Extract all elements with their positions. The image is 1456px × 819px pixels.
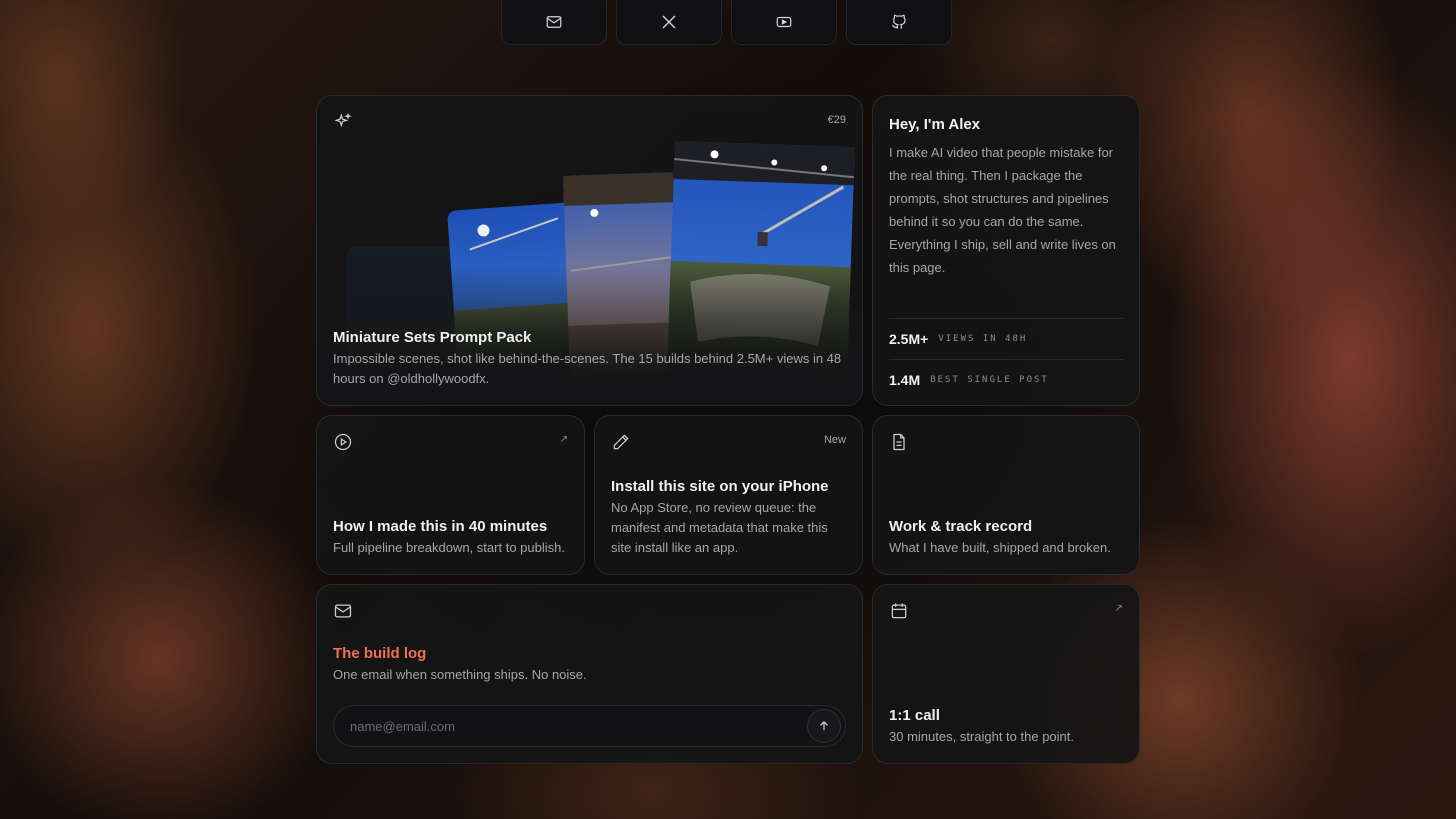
install-description: No App Store, no review queue: the manif… (611, 500, 828, 555)
email-input[interactable] (334, 717, 807, 735)
work-title: Work & track record (889, 518, 1033, 535)
install-iphone-card[interactable]: New Install this site on your iPhone No … (594, 415, 863, 575)
call-text: 1:1 call 30 minutes, straight to the poi… (889, 707, 1123, 747)
youtube-icon (776, 16, 792, 28)
sparkles-icon (333, 112, 353, 132)
stat-label: BEST SINGLE POST (930, 375, 1049, 385)
new-badge: New (823, 434, 846, 446)
video-breakdown-card[interactable]: ↗ How I made this in 40 minutes Full pip… (316, 415, 585, 575)
pencil-icon (611, 432, 631, 452)
video-description: Full pipeline breakdown, start to publis… (333, 540, 565, 555)
newsletter-form (333, 705, 846, 747)
build-log-card: The build log One email when something s… (316, 584, 863, 764)
x-icon (662, 15, 676, 29)
build-log-text: The build log One email when something s… (333, 645, 846, 685)
about-title: Hey, I'm Alex (889, 116, 981, 133)
install-title: Install this site on your iPhone (611, 478, 829, 495)
about-card: Hey, I'm Alex I make AI video that peopl… (872, 95, 1140, 406)
mail-icon (333, 601, 353, 621)
external-arrow-icon: ↗ (559, 434, 568, 445)
about-description: I make AI video that people mistake for … (889, 145, 1116, 275)
stat-best-post: 1.4M BEST SINGLE POST (889, 359, 1123, 400)
social-bar (501, 0, 952, 45)
hero-text: Miniature Sets Prompt Pack Impossible sc… (333, 329, 846, 389)
install-text: Install this site on your iPhone No App … (611, 478, 846, 558)
price-badge: €29 (827, 114, 846, 126)
call-description: 30 minutes, straight to the point. (889, 729, 1074, 744)
hero-title: Miniature Sets Prompt Pack (333, 329, 532, 346)
calendar-icon (889, 601, 909, 621)
x-link-button[interactable] (616, 0, 722, 45)
document-icon (889, 432, 909, 452)
prompt-pack-card[interactable]: €29 Miniature Sets Prompt Pack Impossibl… (316, 95, 863, 406)
github-icon (892, 14, 906, 29)
arrow-up-icon (820, 721, 828, 731)
youtube-link-button[interactable] (731, 0, 837, 45)
email-link-button[interactable] (501, 0, 607, 45)
subscribe-button[interactable] (807, 709, 841, 743)
call-booking-card[interactable]: ↗ 1:1 call 30 minutes, straight to the p… (872, 584, 1140, 764)
build-log-title: The build log (333, 645, 427, 662)
video-title: How I made this in 40 minutes (333, 518, 548, 535)
work-text: Work & track record What I have built, s… (889, 518, 1123, 558)
call-title: 1:1 call (889, 707, 940, 724)
work-description: What I have built, shipped and broken. (889, 540, 1111, 555)
stat-value: 2.5M+ (889, 331, 929, 347)
github-link-button[interactable] (846, 0, 952, 45)
build-log-description: One email when something ships. No noise… (333, 667, 587, 682)
about-intro: Hey, I'm Alex I make AI video that peopl… (889, 116, 1127, 279)
play-circle-icon (333, 432, 353, 452)
stat-label: VIEWS IN 48H (938, 334, 1028, 344)
external-arrow-icon: ↗ (1114, 603, 1123, 614)
stat-views: 2.5M+ VIEWS IN 48H (889, 318, 1123, 359)
hero-description: Impossible scenes, shot like behind-the-… (333, 351, 842, 386)
stat-value: 1.4M (889, 372, 921, 388)
video-text: How I made this in 40 minutes Full pipel… (333, 518, 568, 558)
mail-icon (546, 16, 562, 28)
work-record-card[interactable]: Work & track record What I have built, s… (872, 415, 1140, 575)
